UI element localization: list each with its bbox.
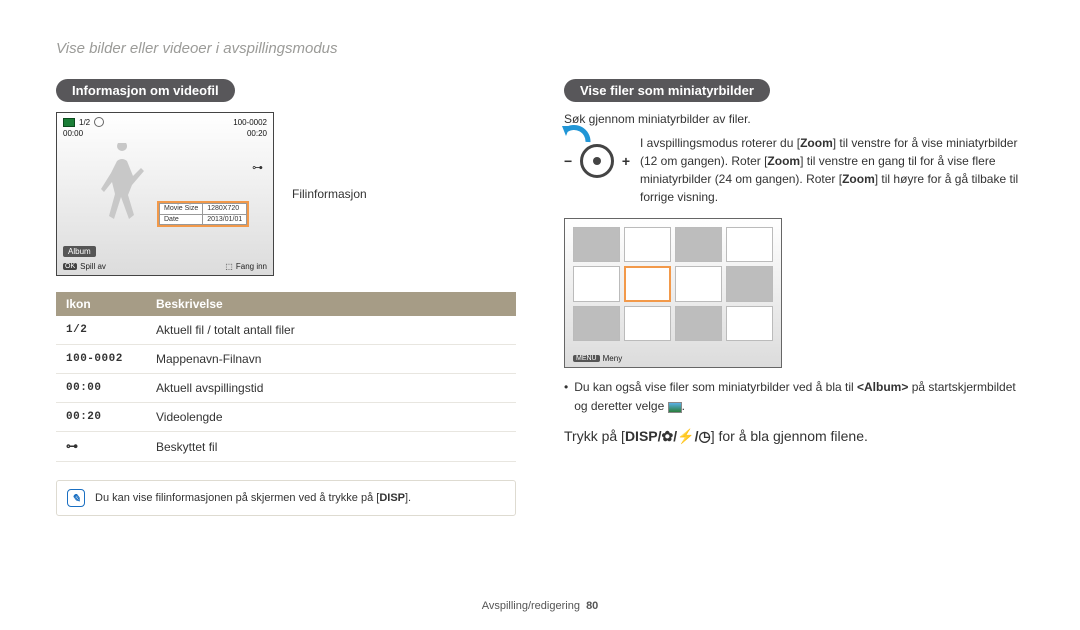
thumbnail-preview: MENU Meny [564,218,782,368]
icon-description-table: Ikon Beskrivelse 1/2Aktuell fil / totalt… [56,292,516,462]
capture-label: Fang inn [236,262,267,271]
table-row: 1/2Aktuell fil / totalt antall filer [56,316,516,345]
thumb-cell [726,227,773,262]
thumb-cell-selected [624,266,671,301]
thumb-cell [624,227,671,262]
lock-icon: ⊶ [252,161,263,174]
play-label: Spill av [80,262,106,271]
left-heading-pill: Informasjon om videofil [56,79,235,102]
movie-icon [63,118,75,127]
left-column: Informasjon om videofil 1/2 100-0002 00:… [56,79,516,516]
macro-icon: ✿ [662,428,674,444]
thumb-cell [726,306,773,341]
disp-button-label: DISP [625,428,658,444]
right-column: Vise filer som miniatyrbilder Søk gjenno… [564,79,1024,516]
thumb-cell [675,306,722,341]
table-row: 00:00Aktuell avspillingstid [56,374,516,403]
note-icon: ✎ [67,489,85,507]
thumb-cell [573,227,620,262]
th-icon: Ikon [56,292,146,316]
navigation-instruction: Trykk på [DISP/✿/⚡/◷] for å bla gjennom … [564,428,1024,445]
subheading: Søk gjennom miniatyrbilder av filer. [564,112,1024,126]
time-total: 00:20 [247,129,267,138]
bullet-tip: • Du kan også vise filer som miniatyrbil… [564,378,1024,416]
zoom-instructions: I avspillingsmodus roterer du [Zoom] til… [640,134,1024,206]
time-current: 00:00 [63,129,83,138]
ok-chip: OK [63,263,77,270]
table-row: 00:20Videolengde [56,403,516,432]
file-info-overlay: Movie Size1280X720 Date2013/01/01 [157,201,249,227]
right-heading-pill: Vise filer som miniatyrbilder [564,79,770,102]
minus-icon: − [564,153,572,169]
folder-file-label: 100-0002 [233,118,267,127]
thumb-cell [675,227,722,262]
menu-label: Meny [603,354,623,363]
timer-icon: ◷ [698,428,710,444]
flash-icon: ⚡ [677,428,694,444]
lock-icon: ⊶ [66,440,79,454]
note-box: ✎ Du kan vise filinformasjonen på skjerm… [56,480,516,516]
thumbnail-mode-icon [668,402,682,413]
thumb-cell [573,306,620,341]
circle-icon [94,117,104,127]
table-row: ⊶Beskyttet fil [56,432,516,462]
video-preview: 1/2 100-0002 00:00 00:20 ⊶ [56,112,274,276]
zoom-dial-icon: − + [564,134,630,188]
file-info-caption: Filinformasjon [292,187,367,201]
capture-icon: ⬚ [225,262,233,271]
plus-icon: + [622,153,630,169]
breadcrumb: Vise bilder eller videoer i avspillingsm… [56,40,1024,57]
album-button[interactable]: Album [63,246,96,257]
thumb-cell [573,266,620,301]
menu-chip: MENU [573,355,600,362]
th-desc: Beskrivelse [146,292,516,316]
silhouette-icon [97,143,147,233]
table-row: 100-0002Mappenavn-Filnavn [56,345,516,374]
file-counter: 1/2 [79,118,90,127]
thumb-cell [675,266,722,301]
thumb-cell [726,266,773,301]
note-text: Du kan vise filinformasjonen på skjermen… [95,492,411,504]
thumb-cell [624,306,671,341]
page-footer: Avspilling/redigering 80 [0,600,1080,612]
